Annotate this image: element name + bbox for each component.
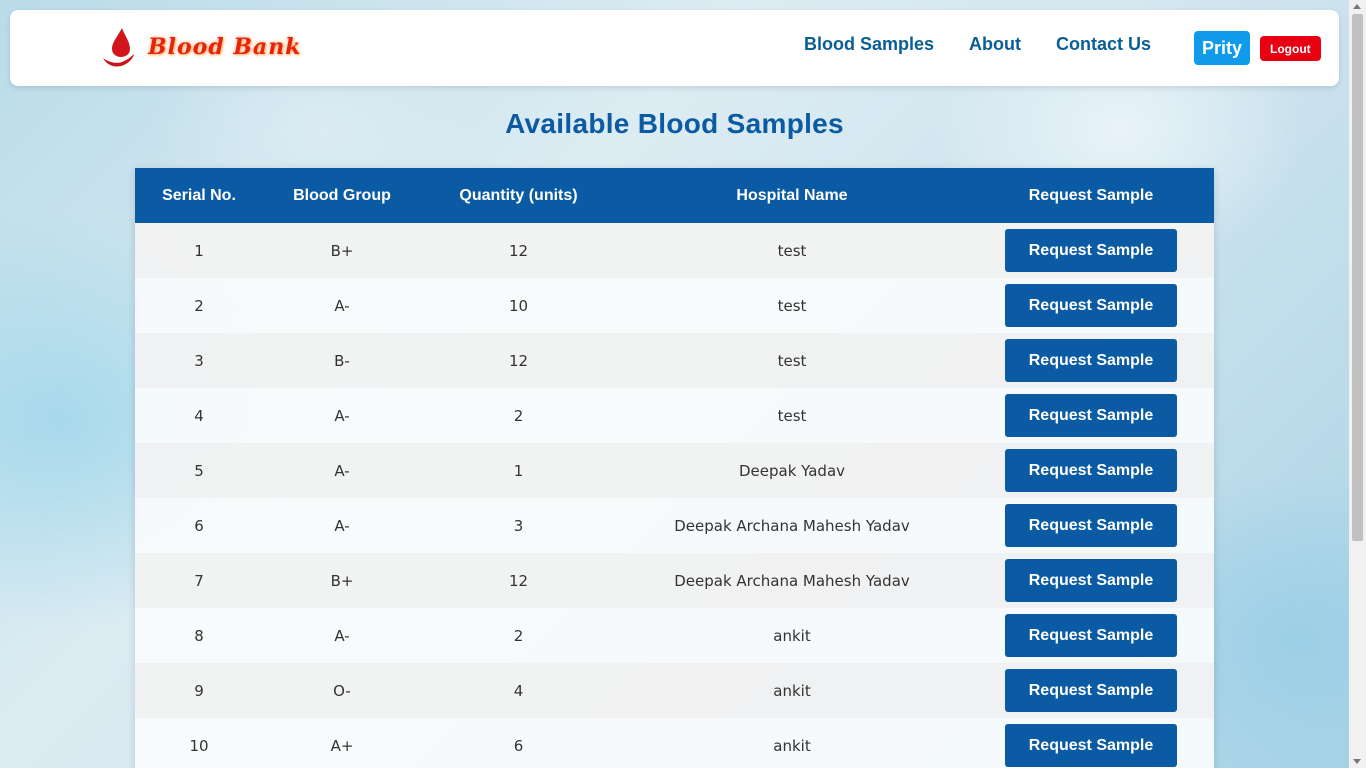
- cell-hospital: ankit: [773, 681, 811, 700]
- request-sample-button[interactable]: Request Sample: [1005, 284, 1177, 327]
- table-row: 9 O- 4 ankit Request Sample: [135, 663, 1214, 718]
- cell-request: Request Sample: [968, 608, 1214, 663]
- cell-request: Request Sample: [968, 443, 1214, 498]
- cell-serial: 4: [194, 406, 204, 425]
- table-row: 5 A- 1 Deepak Yadav Request Sample: [135, 443, 1214, 498]
- cell-hospital: Deepak Archana Mahesh Yadav: [674, 516, 910, 535]
- request-sample-button[interactable]: Request Sample: [1005, 504, 1177, 547]
- cell-hospital: ankit: [773, 626, 811, 645]
- cell-serial: 5: [194, 461, 204, 480]
- scroll-down-arrow-icon[interactable]: [1353, 759, 1361, 764]
- cell-hospital: ankit: [773, 736, 811, 755]
- cell-blood-group: A-: [334, 626, 350, 645]
- table-row: 7 B+ 12 Deepak Archana Mahesh Yadav Request …: [135, 553, 1214, 608]
- table-row: 6 A- 3 Deepak Archana Mahesh Yadav Request S…: [135, 498, 1214, 553]
- nav-links: Blood Samples About Contact Us: [804, 34, 1186, 55]
- cell-quantity: 3: [513, 516, 524, 535]
- blood-samples-table: Serial No. Blood Group Quantity (units) …: [135, 168, 1214, 768]
- cell-quantity: 2: [513, 406, 524, 425]
- cell-hospital: test: [777, 406, 807, 425]
- request-sample-button[interactable]: Request Sample: [1005, 559, 1177, 602]
- navbar: Blood Bank Blood Samples About Contact U…: [10, 10, 1339, 86]
- cell-hospital: test: [777, 241, 807, 260]
- cell-blood-group: A-: [334, 296, 350, 315]
- cell-hospital: test: [777, 296, 807, 315]
- scrollbar-thumb[interactable]: [1352, 14, 1363, 541]
- cell-quantity: 1: [513, 461, 524, 480]
- nav-link-contact-us[interactable]: Contact Us: [1056, 34, 1151, 55]
- blood-drop-hand-icon: [103, 28, 134, 67]
- request-sample-button[interactable]: Request Sample: [1005, 614, 1177, 657]
- cell-blood-group: A-: [334, 406, 350, 425]
- cell-quantity: 12: [508, 241, 529, 260]
- request-sample-button[interactable]: Request Sample: [1005, 669, 1177, 712]
- cell-quantity: 4: [513, 681, 524, 700]
- column-header-quantity: Quantity (units): [459, 186, 578, 204]
- cell-quantity: 12: [508, 351, 529, 370]
- table-row: 2 A- 10 test Request Sample: [135, 278, 1214, 333]
- cell-serial: 7: [194, 571, 204, 590]
- table-header-row: Serial No. Blood Group Quantity (units) …: [135, 168, 1214, 223]
- cell-serial: 2: [194, 296, 204, 315]
- cell-blood-group: A+: [330, 736, 354, 755]
- column-header-blood-group: Blood Group: [293, 186, 391, 204]
- cell-hospital: Deepak Yadav: [738, 461, 846, 480]
- table-row: 3 B- 12 test Request Sample: [135, 333, 1214, 388]
- request-sample-button[interactable]: Request Sample: [1005, 339, 1177, 382]
- cell-blood-group: A-: [334, 516, 350, 535]
- cell-serial: 8: [194, 626, 204, 645]
- cell-blood-group: A-: [334, 461, 350, 480]
- cell-serial: 6: [194, 516, 204, 535]
- cell-request: Request Sample: [968, 333, 1214, 388]
- page-title: Available Blood Samples: [505, 108, 844, 139]
- nav-link-blood-samples[interactable]: Blood Samples: [804, 34, 934, 55]
- cell-serial: 3: [194, 351, 204, 370]
- cell-blood-group: O-: [333, 681, 351, 700]
- request-sample-button[interactable]: Request Sample: [1005, 229, 1177, 272]
- nav-link-about[interactable]: About: [969, 34, 1021, 55]
- cell-serial: 10: [189, 736, 209, 755]
- cell-request: Request Sample: [968, 278, 1214, 333]
- cell-hospital: Deepak Archana Mahesh Yadav: [674, 571, 910, 590]
- brand-name: Blood Bank: [148, 34, 302, 60]
- cell-serial: 9: [194, 681, 204, 700]
- cell-request: Request Sample: [968, 223, 1214, 278]
- logout-button[interactable]: Logout: [1260, 36, 1321, 61]
- cell-request: Request Sample: [968, 498, 1214, 553]
- cell-serial: 1: [194, 241, 204, 260]
- cell-request: Request Sample: [968, 553, 1214, 608]
- column-header-hospital: Hospital Name: [736, 186, 848, 204]
- cell-quantity: 12: [508, 571, 529, 590]
- page-scrollbar[interactable]: [1349, 0, 1366, 768]
- cell-blood-group: B-: [334, 351, 350, 370]
- column-header-request: Request Sample: [1028, 186, 1154, 204]
- brand-logo[interactable]: Blood Bank: [100, 20, 301, 74]
- table-row: 8 A- 2 ankit Request Sample: [135, 608, 1214, 663]
- request-sample-button[interactable]: Request Sample: [1005, 449, 1177, 492]
- table-row: 1 B+ 12 test Request Sample: [135, 223, 1214, 278]
- cell-quantity: 2: [513, 626, 524, 645]
- table-row: 10 A+ 6 ankit Request Sample: [135, 718, 1214, 768]
- column-header-serial: Serial No.: [162, 186, 236, 204]
- cell-request: Request Sample: [968, 388, 1214, 443]
- cell-blood-group: B+: [330, 241, 354, 260]
- request-sample-button[interactable]: Request Sample: [1005, 394, 1177, 437]
- cell-quantity: 10: [508, 296, 529, 315]
- user-profile-button[interactable]: Prity: [1194, 31, 1251, 65]
- cell-request: Request Sample: [968, 718, 1214, 768]
- table-row: 4 A- 2 test Request Sample: [135, 388, 1214, 443]
- scroll-up-arrow-icon[interactable]: [1353, 4, 1361, 9]
- request-sample-button[interactable]: Request Sample: [1005, 724, 1177, 767]
- cell-hospital: test: [777, 351, 807, 370]
- cell-quantity: 6: [513, 736, 524, 755]
- cell-blood-group: B+: [330, 571, 354, 590]
- cell-request: Request Sample: [968, 663, 1214, 718]
